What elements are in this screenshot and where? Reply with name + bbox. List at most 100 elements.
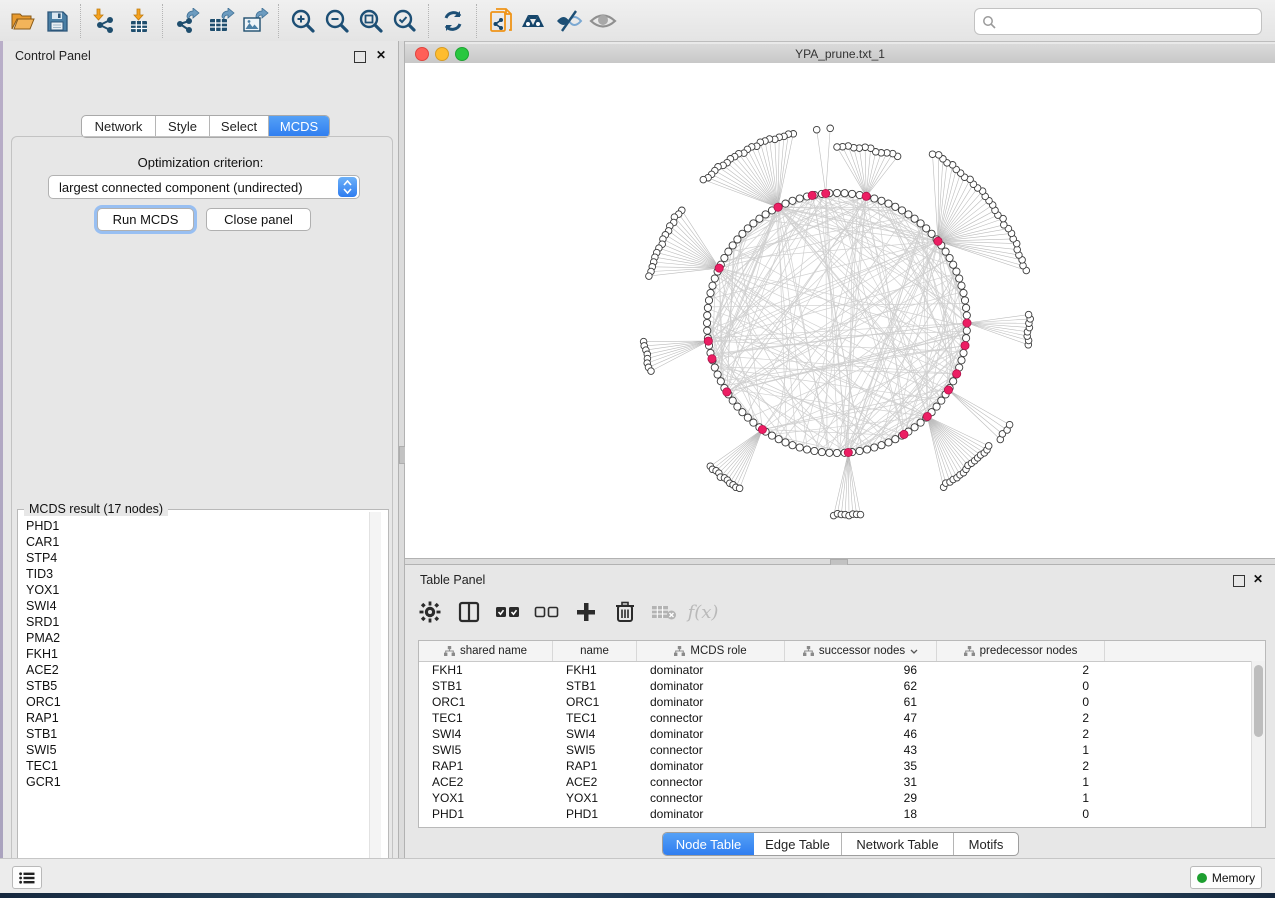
table-row[interactable]: SWI5SWI5connector431 [419, 742, 1265, 758]
export-table-icon[interactable] [204, 6, 238, 36]
open-file-icon[interactable] [6, 6, 40, 36]
mcds-result-item[interactable]: STB1 [18, 726, 370, 742]
table-header-row: shared namenameMCDS rolesuccessor nodesp… [419, 641, 1265, 662]
table-cell: SWI5 [419, 743, 553, 757]
scrollbar-thumb[interactable] [1254, 665, 1263, 737]
table-cell: 1 [937, 743, 1105, 757]
run-mcds-button[interactable]: Run MCDS [97, 208, 194, 231]
table-cell: dominator [637, 807, 785, 821]
table-row[interactable]: YOX1YOX1connector291 [419, 790, 1265, 806]
table-cell: 47 [785, 711, 937, 725]
table-row[interactable]: FKH1FKH1dominator962 [419, 662, 1265, 678]
mcds-result-item[interactable]: SWI5 [18, 742, 370, 758]
column-header-shared-name[interactable]: shared name [419, 641, 553, 661]
tab-mcds[interactable]: MCDS [269, 116, 329, 137]
hide-selected-icon[interactable] [552, 6, 586, 36]
table-row[interactable]: ACE2ACE2connector311 [419, 774, 1265, 790]
zoom-fit-icon[interactable] [354, 6, 388, 36]
mcds-result-item[interactable]: SWI4 [18, 598, 370, 614]
mcds-result-group: MCDS result (17 nodes) PHD1CAR1STP4TID3Y… [17, 509, 389, 881]
search-input[interactable] [996, 12, 1261, 32]
table-cell: 46 [785, 727, 937, 741]
dropdown-stepper-icon [338, 177, 357, 197]
mcds-result-item[interactable]: PMA2 [18, 630, 370, 646]
mcds-result-item[interactable]: SRD1 [18, 614, 370, 630]
table-options-icon[interactable] [415, 597, 445, 627]
deselect-all-icon[interactable] [532, 597, 562, 627]
result-scrollbar[interactable] [369, 512, 381, 878]
mcds-result-item[interactable]: RAP1 [18, 710, 370, 726]
tab-style[interactable]: Style [156, 116, 210, 137]
mcds-result-item[interactable]: TID3 [18, 566, 370, 582]
close-panel-icon[interactable]: ✕ [376, 48, 386, 62]
tab-network[interactable]: Network [82, 116, 156, 137]
table-cell: STB1 [553, 679, 637, 693]
network-view[interactable] [405, 63, 1275, 558]
table-cell: 2 [937, 759, 1105, 773]
share-network-icon[interactable] [484, 6, 518, 36]
save-icon[interactable] [40, 6, 74, 36]
tab-select[interactable]: Select [210, 116, 269, 137]
table-row[interactable]: SWI4SWI4dominator462 [419, 726, 1265, 742]
mcds-result-item[interactable]: YOX1 [18, 582, 370, 598]
zoom-in-icon[interactable] [286, 6, 320, 36]
mcds-result-item[interactable]: STP4 [18, 550, 370, 566]
horizontal-splitter[interactable] [405, 558, 1275, 565]
mcds-result-item[interactable]: TEC1 [18, 758, 370, 774]
table-cell: connector [637, 791, 785, 805]
column-header-predecessor-nodes[interactable]: predecessor nodes [937, 641, 1105, 661]
table-row[interactable]: STB1STB1dominator620 [419, 678, 1265, 694]
zoom-out-icon[interactable] [320, 6, 354, 36]
tab-node-table[interactable]: Node Table [663, 833, 754, 855]
export-network-icon[interactable] [170, 6, 204, 36]
tab-motifs[interactable]: Motifs [954, 833, 1018, 855]
columns-icon[interactable] [454, 597, 484, 627]
show-all-icon[interactable] [586, 6, 620, 36]
tab-network-table[interactable]: Network Table [842, 833, 954, 855]
list-icon [19, 872, 35, 884]
mcds-result-item[interactable]: GCR1 [18, 774, 370, 790]
mcds-result-item[interactable]: PHD1 [18, 518, 370, 534]
float-panel-icon[interactable] [1233, 575, 1245, 587]
close-panel-button[interactable]: Close panel [206, 208, 311, 231]
table-row[interactable]: PHD1PHD1dominator180 [419, 806, 1265, 822]
zoom-selected-icon[interactable] [388, 6, 422, 36]
refresh-layout-icon[interactable] [436, 6, 470, 36]
search-network-icon[interactable] [518, 6, 552, 36]
vertical-splitter[interactable] [398, 41, 405, 858]
control-panel: Control Panel ✕ Network Style Select MCD… [3, 41, 398, 858]
add-column-icon[interactable] [571, 597, 601, 627]
memory-button[interactable]: Memory [1190, 866, 1262, 889]
table-cell: connector [637, 711, 785, 725]
table-cell: ORC1 [419, 695, 553, 709]
import-network-icon[interactable] [88, 6, 122, 36]
task-history-button[interactable] [12, 866, 42, 889]
column-header-successor-nodes[interactable]: successor nodes [785, 641, 937, 661]
table-cell: PHD1 [419, 807, 553, 821]
tab-edge-table[interactable]: Edge Table [754, 833, 842, 855]
export-image-icon[interactable] [238, 6, 272, 36]
network-graph[interactable] [405, 63, 1275, 558]
table-cell: 0 [937, 695, 1105, 709]
float-panel-icon[interactable] [354, 51, 366, 63]
table-row[interactable]: TEC1TEC1connector472 [419, 710, 1265, 726]
delete-column-icon[interactable] [610, 597, 640, 627]
table-row[interactable]: ORC1ORC1dominator610 [419, 694, 1265, 710]
column-header-MCDS-role[interactable]: MCDS role [637, 641, 785, 661]
criterion-dropdown[interactable]: largest connected component (undirected) [48, 175, 360, 199]
table-scrollbar[interactable] [1251, 661, 1265, 827]
mcds-result-item[interactable]: ORC1 [18, 694, 370, 710]
mcds-result-item[interactable]: ACE2 [18, 662, 370, 678]
select-all-icon[interactable] [493, 597, 523, 627]
mcds-result-item[interactable]: CAR1 [18, 534, 370, 550]
mcds-result-item[interactable]: STB5 [18, 678, 370, 694]
table-cell: YOX1 [553, 791, 637, 805]
mcds-result-item[interactable]: FKH1 [18, 646, 370, 662]
column-header-name[interactable]: name [553, 641, 637, 661]
network-window-titlebar[interactable]: YPA_prune.txt_1 [405, 44, 1275, 64]
table-cell: 0 [937, 807, 1105, 821]
close-panel-icon[interactable]: ✕ [1253, 572, 1263, 586]
import-table-icon[interactable] [122, 6, 156, 36]
table-row[interactable]: RAP1RAP1dominator352 [419, 758, 1265, 774]
table-cell: 29 [785, 791, 937, 805]
